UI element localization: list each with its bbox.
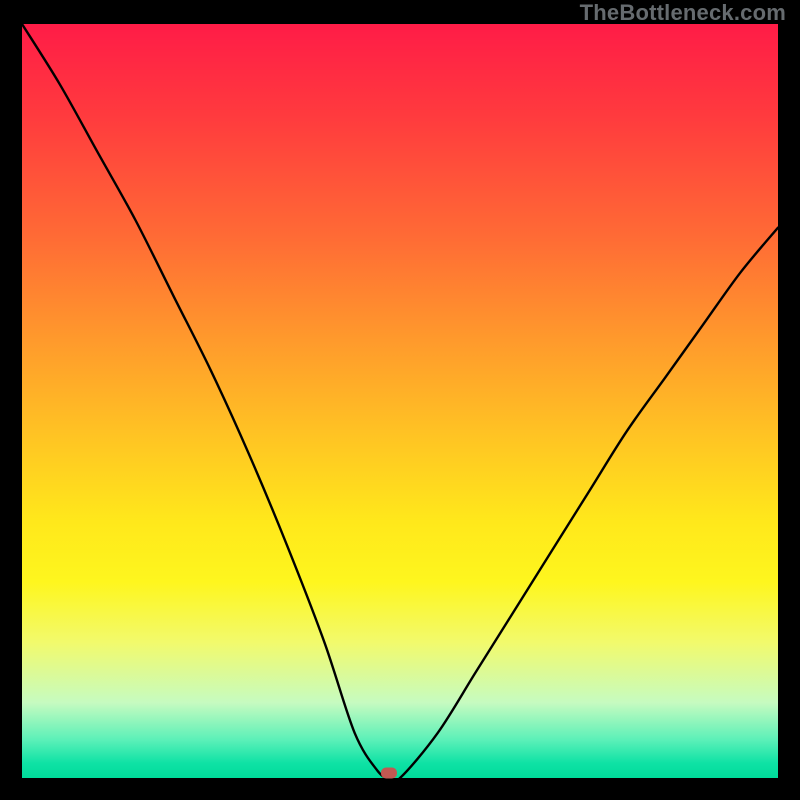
result-marker — [381, 768, 397, 779]
plot-area — [22, 24, 778, 778]
watermark-text: TheBottleneck.com — [580, 0, 786, 26]
bottleneck-curve — [22, 24, 778, 778]
curve-path — [22, 24, 778, 778]
chart-frame: TheBottleneck.com — [0, 0, 800, 800]
